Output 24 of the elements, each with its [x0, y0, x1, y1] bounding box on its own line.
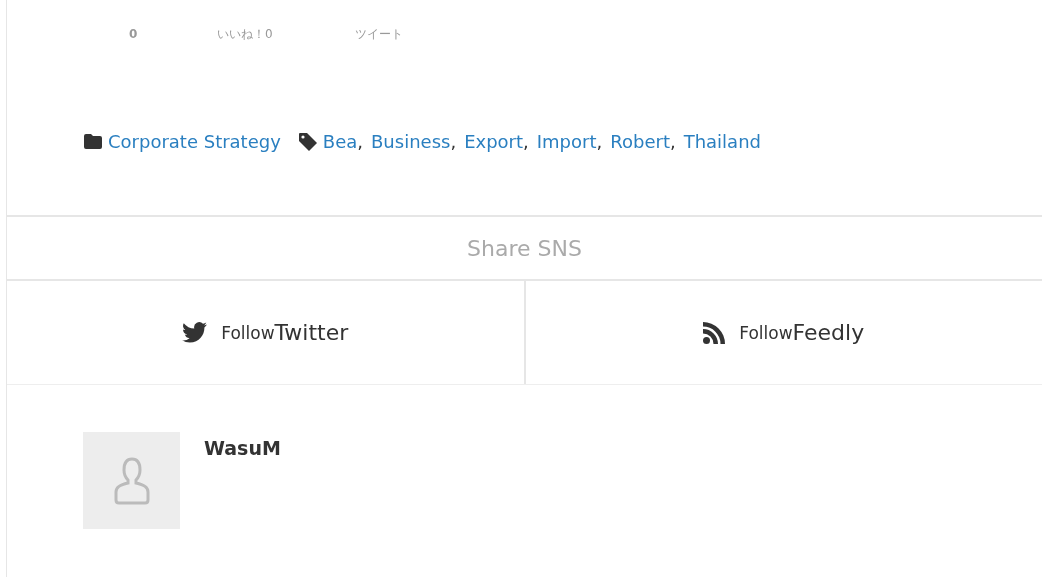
tag-separator: , — [450, 131, 457, 152]
tag-separator: , — [523, 131, 529, 152]
follow-button[interactable]: FollowFeedly — [523, 281, 1042, 384]
author-name: WasuM — [204, 437, 281, 461]
tweet-label: ツイート — [355, 25, 403, 43]
share-heading: Share SNS — [7, 215, 1042, 281]
follow-button[interactable]: FollowTwitter — [7, 281, 524, 384]
tag-link[interactable]: Business — [371, 131, 451, 152]
tag-icon — [298, 132, 317, 151]
tag-link[interactable]: Bea — [322, 131, 358, 152]
bird-icon — [182, 322, 208, 343]
like-count: いいね！0 — [217, 25, 274, 43]
tag-separator: , — [669, 131, 676, 152]
person-icon — [112, 455, 151, 506]
tag-separator: , — [596, 131, 603, 152]
rss-icon — [703, 321, 726, 344]
category-link[interactable]: Corporate Strategy — [108, 131, 281, 152]
folder-icon — [84, 134, 102, 149]
tag-link[interactable]: Thailand — [683, 131, 761, 152]
share-count: 0 — [129, 27, 139, 41]
tag-link[interactable]: Import — [536, 131, 597, 152]
tag-separator: , — [357, 131, 363, 152]
tag-link[interactable]: Export — [464, 131, 524, 152]
tag-link[interactable]: Robert — [610, 131, 670, 152]
